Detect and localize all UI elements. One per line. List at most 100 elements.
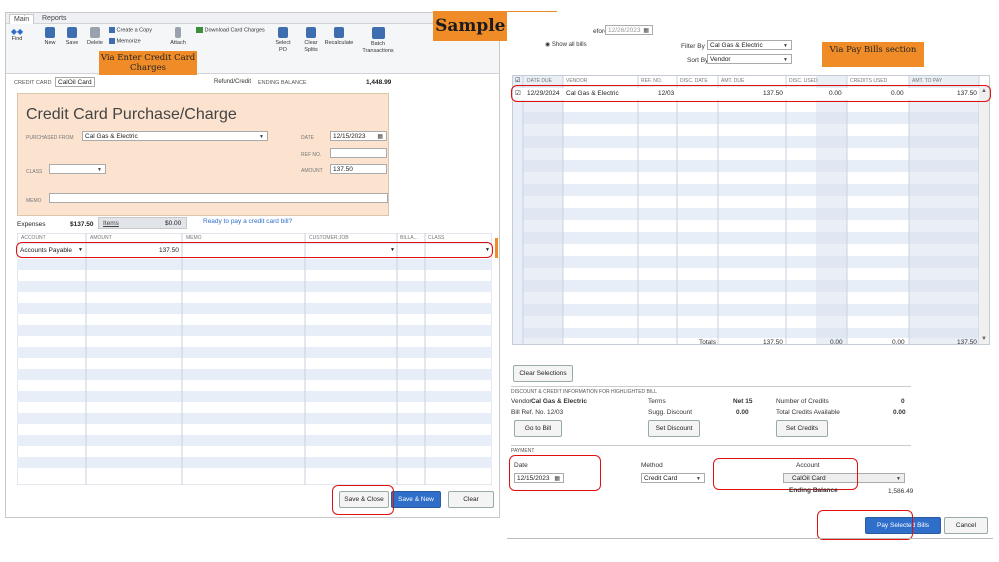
date-label: DATE [301, 135, 314, 141]
tab-bar: Main Reports [6, 13, 499, 24]
expenses-tab-amount: $137.50 [70, 221, 94, 228]
credit-card-select[interactable]: CalOil Card [55, 77, 95, 87]
sort-by-select[interactable]: Vendor ▼ [707, 54, 792, 64]
ref-no-label: REF NO. [301, 152, 322, 158]
amount-label: AMOUNT [301, 168, 323, 174]
ready-to-pay-link[interactable]: Ready to pay a credit card bill? [203, 218, 292, 225]
pay-bills-window: efore 12/26/2023 ▦ ◉ Show all bills Filte… [507, 12, 995, 540]
chevron-down-icon: ▼ [896, 476, 901, 482]
bill-ref-label: Bill Ref. No. [511, 409, 546, 416]
sort-by-label: Sort By [687, 57, 709, 64]
totals-label: Totals [699, 339, 716, 346]
method-label: Method [641, 462, 663, 469]
highlight-save-close [332, 485, 394, 515]
col-amount: AMOUNT [90, 235, 112, 241]
filter-by-label: Filter By [681, 43, 705, 50]
new-icon [45, 27, 55, 38]
sugg-discount-label: Sugg. Discount [648, 409, 693, 416]
number-of-credits-label: Number of Credits [776, 398, 829, 405]
memorize-button[interactable]: Memorize [109, 38, 161, 45]
refund-credit-option[interactable]: Refund/Credit [214, 79, 251, 85]
memorize-icon [109, 38, 115, 44]
save-new-button[interactable]: Save & New [391, 491, 441, 508]
go-to-bill-button[interactable]: Go to Bill [514, 420, 562, 437]
expenses-tab-label: Expenses [17, 221, 46, 228]
scroll-down-icon[interactable]: ▼ [981, 336, 987, 342]
tab-main[interactable]: Main [9, 14, 35, 24]
radio-icon: ◉ [545, 42, 551, 48]
highlight-bill-row [511, 85, 991, 102]
filter-by-select[interactable]: Cal Gas & Electric ▼ [707, 40, 792, 50]
clear-splits-button[interactable]: Clear Splits [302, 27, 320, 54]
memo-field[interactable] [49, 193, 388, 203]
chevron-down-icon: ▼ [259, 134, 264, 140]
method-select[interactable]: Credit Card ▼ [641, 473, 705, 483]
create-copy-button[interactable]: Create a Copy [109, 27, 161, 34]
find-button[interactable]: ◆◆ Find [10, 27, 24, 43]
method-value: Credit Card [644, 475, 678, 482]
enter-credit-card-charges-window: Main Reports ◆◆ Find New Save Delete Cre… [5, 12, 500, 518]
expenses-grid: ACCOUNT AMOUNT MEMO CUSTOMER:JOB BILLA..… [17, 233, 498, 485]
col-amt-to-pay: AMT. TO PAY [912, 78, 943, 84]
batch-transactions-button[interactable]: Batch Transactions [362, 27, 394, 55]
row-marker [495, 238, 498, 258]
ref-no-field[interactable] [330, 148, 387, 158]
ending-balance-label: ENDING BALANCE [258, 80, 307, 86]
tab-reports[interactable]: Reports [38, 14, 71, 24]
purchased-from-field[interactable]: Cal Gas & Electric ▼ [82, 131, 268, 141]
col-class: CLASS [428, 235, 445, 241]
clear-button[interactable]: Clear [448, 491, 494, 508]
vendor-label: Vendor [511, 398, 532, 405]
calendar-icon[interactable]: ▦ [377, 133, 383, 142]
chevron-down-icon: ▼ [97, 167, 102, 173]
delete-button[interactable]: Delete [86, 27, 104, 47]
select-all-checkbox[interactable]: ☑ [515, 77, 520, 84]
recalculate-button[interactable]: Recalculate [324, 27, 354, 47]
col-account: ACCOUNT [21, 235, 46, 241]
cancel-button[interactable]: Cancel [944, 517, 988, 534]
new-label: New [44, 40, 56, 46]
download-card-charges-button[interactable]: Download Card Charges [196, 27, 268, 34]
total-credits-value: 0.00 [893, 409, 906, 416]
payment-section-title: PAYMENT [511, 448, 535, 454]
col-billable: BILLA... [400, 235, 418, 241]
highlight-payment-date [509, 455, 601, 491]
show-before-date[interactable]: 12/26/2023 ▦ [605, 25, 653, 35]
batch-icon [371, 27, 385, 39]
col-vendor: VENDOR [566, 78, 588, 84]
calendar-icon[interactable]: ▦ [643, 27, 649, 36]
grid-lines [17, 233, 492, 485]
download-label: Download Card Charges [204, 27, 265, 34]
save-label: Save [65, 40, 79, 46]
amount-field[interactable]: 137.50 [330, 164, 387, 174]
attach-label: Attach [170, 40, 186, 46]
memorize-label: Memorize [116, 38, 141, 45]
callout-pay-bills: Via Pay Bills section [822, 42, 924, 67]
set-credits-button[interactable]: Set Credits [776, 420, 828, 437]
total-credits-label: Total Credits Available [776, 409, 840, 416]
set-discount-button[interactable]: Set Discount [648, 420, 700, 437]
col-date-due: DATE DUE [527, 78, 552, 84]
items-tab-amount: $0.00 [165, 220, 182, 227]
col-memo: MEMO [186, 235, 202, 241]
bills-table: ☑ DATE DUE VENDOR REF. NO. DISC. DATE AM… [512, 75, 990, 345]
divider [507, 538, 993, 539]
chevron-down-icon: ▼ [783, 57, 788, 63]
clear-selections-button[interactable]: Clear Selections [513, 365, 573, 382]
new-button[interactable]: New [43, 27, 57, 47]
attach-button[interactable]: Attach [168, 27, 188, 47]
vendor-value: Cal Gas & Electric [531, 398, 587, 405]
class-field[interactable]: ▼ [49, 164, 106, 174]
show-all-radio[interactable]: ◉ Show all bills [545, 41, 587, 48]
save-button[interactable]: Save [65, 27, 79, 47]
date-field[interactable]: 12/15/2023 ▦ [330, 131, 387, 141]
credit-card-label: CREDIT CARD [14, 80, 52, 86]
memo-label: MEMO [26, 198, 42, 204]
chevron-down-icon: ▼ [696, 476, 701, 482]
select-po-button[interactable]: Select PO [273, 27, 293, 54]
arrows-icon: ◆◆ [10, 27, 24, 36]
tab-items[interactable]: Items $0.00 [98, 217, 187, 229]
show-before-value: 12/26/2023 [608, 27, 641, 34]
form-title: Credit Card Purchase/Charge [26, 106, 237, 123]
download-icon [196, 27, 203, 33]
